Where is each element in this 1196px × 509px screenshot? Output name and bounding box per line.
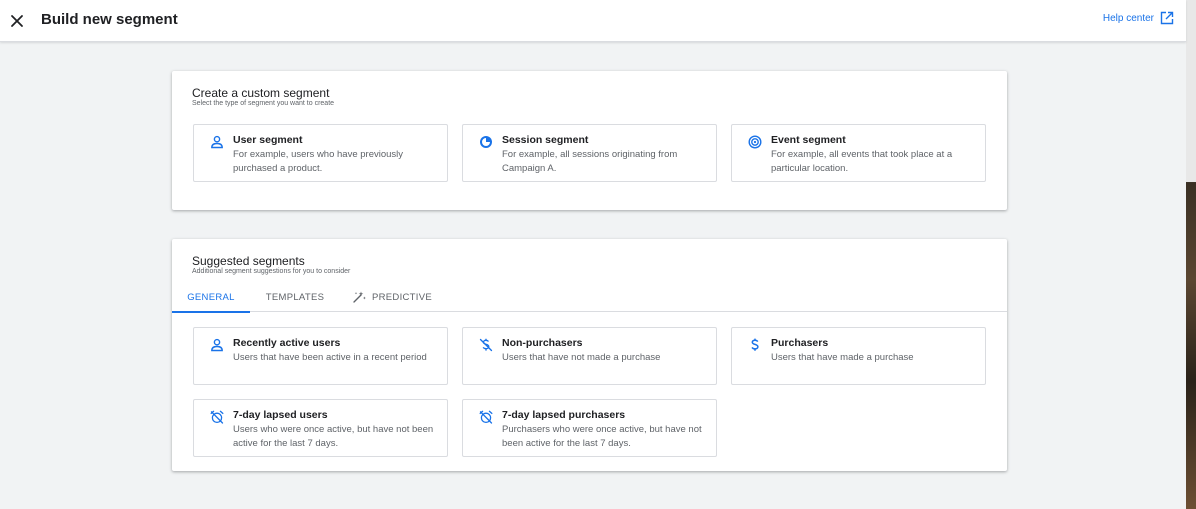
magic-wand-icon: [353, 291, 366, 303]
help-center-link[interactable]: Help center: [1103, 11, 1174, 25]
person-icon: [210, 135, 224, 149]
non-purchasers-option[interactable]: Non-purchasers Users that have not made …: [462, 327, 717, 385]
suggested-segments-subtitle: Additional segment suggestions for you t…: [192, 268, 351, 275]
option-title: 7-day lapsed purchasers: [502, 409, 626, 421]
tab-general[interactable]: GENERAL: [172, 282, 250, 313]
custom-segment-subtitle: Select the type of segment you want to c…: [192, 100, 335, 107]
option-title: Event segment: [771, 134, 846, 146]
user-segment-option[interactable]: User segment For example, users who have…: [193, 124, 448, 182]
option-description: Purchasers who were once active, but hav…: [502, 424, 702, 449]
option-title: Session segment: [502, 134, 589, 146]
close-button[interactable]: [4, 8, 30, 34]
suggested-segments-card: Suggested segments Additional segment su…: [172, 239, 1007, 471]
dollar-icon: [748, 338, 762, 352]
custom-segment-title: Create a custom segment: [192, 86, 330, 100]
help-center-label: Help center: [1102, 12, 1154, 24]
option-title: User segment: [233, 134, 303, 146]
event-icon: [748, 135, 762, 149]
option-description: Users that have made a purchase: [771, 352, 914, 363]
option-description: For example, all sessions originating fr…: [502, 149, 678, 174]
tab-label: PREDICTIVE: [371, 291, 432, 303]
segment-tabs: GENERAL TEMPLATES PREDICTIVE: [172, 282, 1007, 313]
top-app-bar: Build new segment Help center: [0, 0, 1186, 42]
seven-day-lapsed-purchasers-option[interactable]: 7-day lapsed purchasers Purchasers who w…: [462, 399, 717, 457]
option-description: Users that have been active in a recent …: [233, 352, 427, 363]
custom-segment-card: Create a custom segment Select the type …: [172, 71, 1007, 210]
person-icon: [210, 338, 224, 352]
recently-active-users-option[interactable]: Recently active users Users that have be…: [193, 327, 448, 385]
open-in-new-icon: [1160, 11, 1174, 25]
option-title: Recently active users: [233, 337, 341, 349]
option-description: For example, users who have previously p…: [233, 149, 404, 174]
no-purchase-icon: [479, 338, 493, 352]
page-title: Build new segment: [41, 11, 178, 28]
session-icon: [479, 135, 493, 149]
option-title: Purchasers: [771, 337, 829, 349]
alarm-off-icon: [479, 410, 493, 424]
option-description: For example, all events that took place …: [771, 149, 953, 174]
tab-label: TEMPLATES: [265, 291, 325, 303]
purchasers-option[interactable]: Purchasers Users that have made a purcha…: [731, 327, 986, 385]
tab-label: GENERAL: [187, 291, 235, 303]
event-segment-option[interactable]: Event segment For example, all events th…: [731, 124, 986, 182]
option-title: 7-day lapsed users: [233, 409, 328, 421]
close-icon: [11, 15, 23, 27]
suggested-segments-title: Suggested segments: [192, 254, 305, 268]
alarm-off-icon: [210, 410, 224, 424]
tab-templates[interactable]: TEMPLATES: [256, 282, 334, 312]
option-title: Non-purchasers: [502, 337, 583, 349]
background-window-strip: [1186, 0, 1196, 509]
session-segment-option[interactable]: Session segment For example, all session…: [462, 124, 717, 182]
option-description: Users that have not made a purchase: [502, 352, 661, 363]
tab-predictive[interactable]: PREDICTIVE: [348, 282, 436, 312]
seven-day-lapsed-users-option[interactable]: 7-day lapsed users Users who were once a…: [193, 399, 448, 457]
option-description: Users who were once active, but have not…: [233, 424, 434, 449]
